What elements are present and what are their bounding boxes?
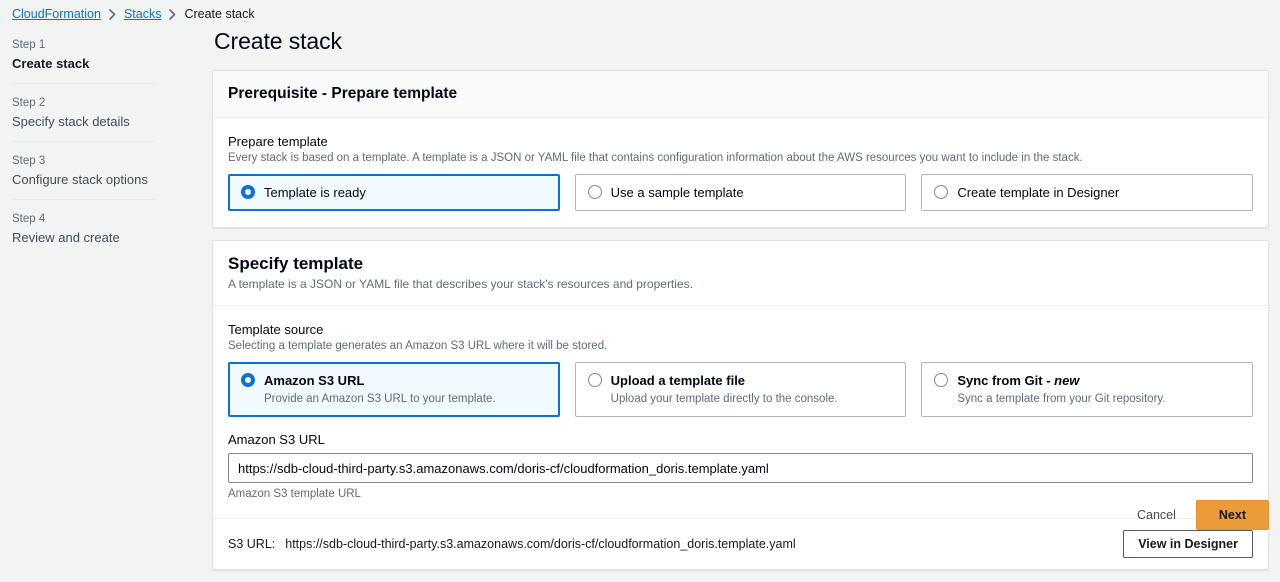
next-button[interactable]: Next	[1196, 500, 1269, 530]
chevron-right-icon	[108, 9, 117, 20]
amazon-s3-url-label: Amazon S3 URL	[228, 431, 1253, 448]
radio-tile-template-is-ready-label: Template is ready	[264, 185, 366, 200]
radio-tile-use-a-sample-template-label: Use a sample template	[611, 185, 744, 200]
specify-template-panel-footer: S3 URL: https://sdb-cloud-third-party.s3.…	[213, 518, 1268, 569]
amazon-s3-url-hint: Amazon S3 template URL	[228, 487, 1253, 502]
radio-icon-unselected[interactable]	[588, 185, 602, 199]
chevron-right-icon	[168, 9, 177, 20]
specify-template-panel: Specify template A template is a JSON or…	[212, 240, 1269, 570]
view-in-designer-button[interactable]: View in Designer	[1123, 530, 1253, 558]
step-4-title: Review and create	[12, 229, 155, 246]
step-item-3[interactable]: Step 3 Configure stack options	[12, 141, 155, 199]
specify-template-panel-body: Template source Selecting a template gen…	[213, 306, 1268, 518]
step-3-title: Configure stack options	[12, 171, 155, 188]
radio-tile-upload-a-template-file-description: Upload your template directly to the con…	[611, 391, 838, 407]
step-2-title: Specify stack details	[12, 113, 155, 130]
step-item-1[interactable]: Step 1 Create stack	[12, 32, 155, 83]
breadcrumb-item-stacks[interactable]: Stacks	[124, 7, 162, 21]
s3-url-summary: S3 URL: https://sdb-cloud-third-party.s3.…	[228, 535, 796, 553]
s3-url-summary-key: S3 URL:	[228, 537, 275, 551]
step-4-kicker: Step 4	[12, 212, 155, 227]
radio-icon-unselected[interactable]	[934, 373, 948, 387]
radio-icon-selected[interactable]	[241, 373, 255, 387]
cancel-button[interactable]: Cancel	[1130, 503, 1183, 527]
radio-tile-template-is-ready[interactable]: Template is ready	[228, 174, 560, 211]
prerequisite-panel-body: Prepare template Every stack is based on…	[213, 118, 1268, 227]
radio-tile-sync-from-git-label-text: Sync from Git -	[957, 373, 1054, 388]
step-2-kicker: Step 2	[12, 96, 155, 111]
radio-tile-create-template-in-designer-label: Create template in Designer	[957, 185, 1119, 200]
prepare-template-radio-group: Template is ready Use a sample template …	[228, 174, 1253, 211]
step-item-2[interactable]: Step 2 Specify stack details	[12, 83, 155, 141]
radio-tile-use-a-sample-template[interactable]: Use a sample template	[575, 174, 907, 211]
breadcrumb-item-cloudformation[interactable]: CloudFormation	[12, 7, 101, 21]
template-source-description: Selecting a template generates an Amazon…	[228, 339, 1253, 354]
radio-tile-sync-from-git[interactable]: Sync from Git - new Sync a template from…	[921, 362, 1253, 417]
step-navigation: Step 1 Create stack Step 2 Specify stack…	[12, 32, 155, 257]
breadcrumb-item-create-stack: Create stack	[184, 7, 254, 21]
s3-url-summary-value: https://sdb-cloud-third-party.s3.amazona…	[285, 537, 795, 551]
prepare-template-label: Prepare template	[228, 133, 1253, 150]
prerequisite-heading: Prerequisite - Prepare template	[228, 84, 1253, 104]
prepare-template-description: Every stack is based on a template. A te…	[228, 151, 1253, 166]
step-1-title: Create stack	[12, 55, 155, 72]
prerequisite-panel-header: Prerequisite - Prepare template	[213, 71, 1268, 118]
radio-tile-amazon-s3-url[interactable]: Amazon S3 URL Provide an Amazon S3 URL t…	[228, 362, 560, 417]
radio-tile-upload-a-template-file-label: Upload a template file	[611, 373, 745, 388]
step-1-kicker: Step 1	[12, 38, 155, 53]
radio-icon-unselected[interactable]	[588, 373, 602, 387]
radio-tile-sync-from-git-new-badge: new	[1054, 373, 1079, 388]
page-title: Create stack	[214, 26, 1269, 56]
breadcrumb: CloudFormation Stacks Create stack	[12, 4, 255, 24]
radio-tile-sync-from-git-label: Sync from Git - new	[957, 373, 1079, 388]
template-source-radio-group: Amazon S3 URL Provide an Amazon S3 URL t…	[228, 362, 1253, 417]
wizard-actions: Cancel Next	[1130, 500, 1269, 530]
radio-tile-sync-from-git-description: Sync a template from your Git repository…	[957, 391, 1165, 407]
template-source-label: Template source	[228, 321, 1253, 338]
radio-tile-amazon-s3-url-description: Provide an Amazon S3 URL to your templat…	[264, 391, 496, 407]
prerequisite-panel: Prerequisite - Prepare template Prepare …	[212, 70, 1269, 228]
amazon-s3-url-field-group: Amazon S3 URL Amazon S3 template URL	[228, 431, 1253, 502]
amazon-s3-url-input[interactable]	[228, 453, 1253, 483]
radio-tile-upload-a-template-file[interactable]: Upload a template file Upload your templ…	[575, 362, 907, 417]
specify-template-subheading: A template is a JSON or YAML file that d…	[228, 276, 1253, 292]
specify-template-panel-header: Specify template A template is a JSON or…	[213, 241, 1268, 306]
radio-tile-amazon-s3-url-label: Amazon S3 URL	[264, 373, 364, 388]
radio-tile-create-template-in-designer[interactable]: Create template in Designer	[921, 174, 1253, 211]
radio-icon-unselected[interactable]	[934, 185, 948, 199]
step-3-kicker: Step 3	[12, 154, 155, 169]
main-content: Create stack Prerequisite - Prepare temp…	[212, 26, 1269, 582]
specify-template-heading: Specify template	[228, 254, 1253, 274]
step-item-4[interactable]: Step 4 Review and create	[12, 199, 155, 257]
radio-icon-selected[interactable]	[241, 185, 255, 199]
